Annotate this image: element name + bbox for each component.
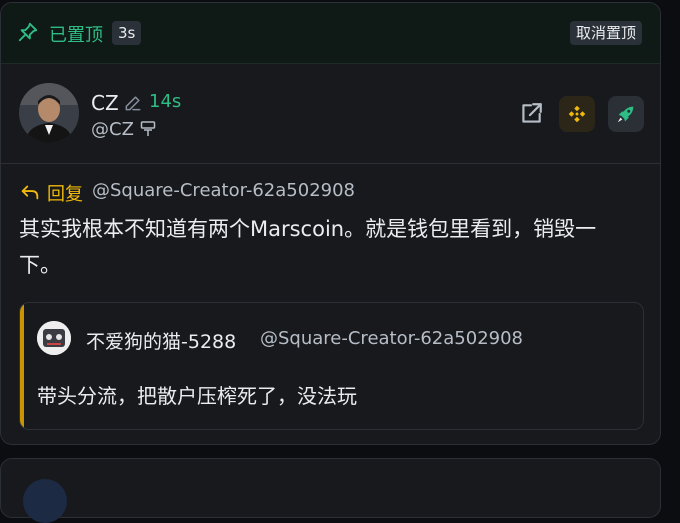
quote-author-avatar[interactable] [37,321,71,355]
author-name[interactable]: CZ [91,91,119,115]
reply-label[interactable]: 回复 [47,180,83,206]
next-post-card[interactable] [0,458,661,523]
pinned-post-card[interactable]: 已置顶 3s 取消置顶 CZ 14s @CZ 回复 @Square-Creato… [0,2,661,445]
post-body: 其实我根本不知道有两个Marscoin。就是钱包里看到，销毁一下。 [19,217,597,277]
next-post-avatar[interactable] [23,479,67,523]
quoted-post[interactable]: 不爱狗的猫-5288 @Square-Creator-62a502908 带头分… [19,302,644,430]
quote-accent-bar [20,303,24,429]
pin-icon [18,22,38,42]
pinned-age-badge: 3s [112,21,142,45]
post-age: 14s [149,91,182,112]
quote-author-handle[interactable]: @Square-Creator-62a502908 [260,328,523,349]
reply-target-handle[interactable]: @Square-Creator-62a502908 [92,180,355,201]
pinned-header: 已置顶 3s 取消置顶 [1,3,660,64]
boost-button[interactable] [608,96,644,132]
author-handle[interactable]: @CZ [91,119,134,140]
share-button[interactable] [513,96,549,132]
share-icon [522,103,542,123]
quote-text: 带头分流，把散户压榨死了，没法玩 [37,384,357,408]
unpin-button[interactable]: 取消置顶 [569,21,642,45]
quote-author-name[interactable]: 不爱狗的猫-5288 [86,327,236,354]
quote-avatar-image [37,321,71,355]
header-divider [1,163,660,164]
reply-icon [21,185,39,200]
binance-button[interactable] [559,96,595,132]
pinned-label: 已置顶 [49,25,103,46]
rocket-icon [617,106,634,123]
author-avatar-image [19,83,79,143]
bnb-logo-icon [568,105,586,123]
verified-badge-icon [140,121,156,136]
scroll-gutter [664,0,680,487]
edit-icon [125,96,141,111]
author-avatar[interactable] [19,83,79,143]
